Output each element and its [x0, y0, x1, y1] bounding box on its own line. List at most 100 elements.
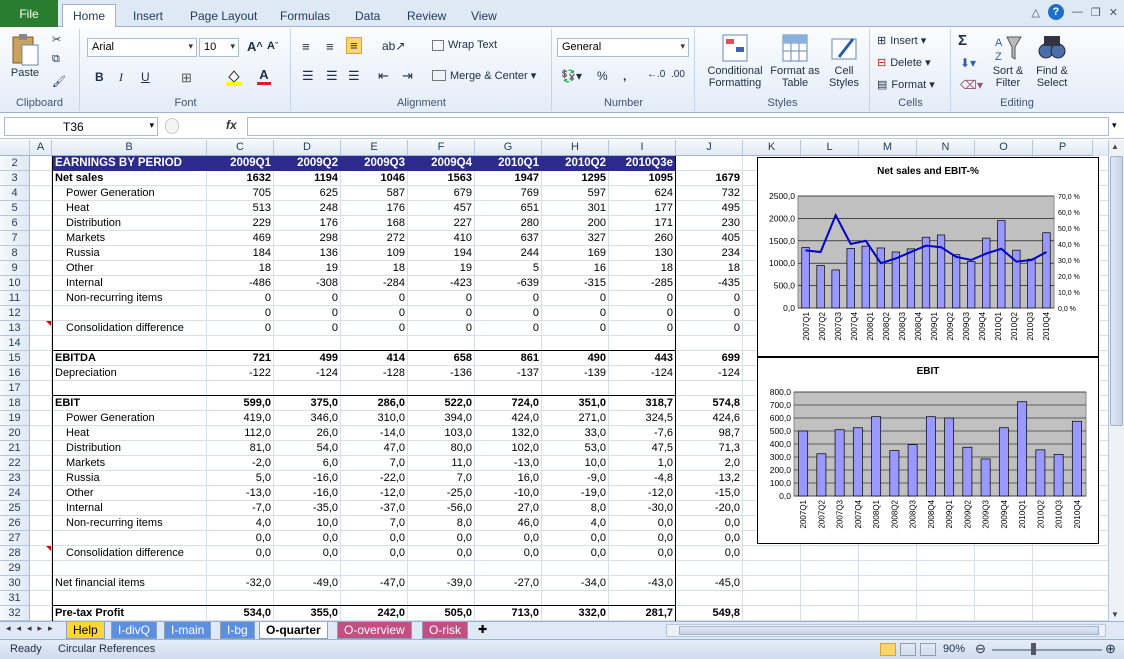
cell[interactable]: 281,7 [609, 606, 676, 621]
cell[interactable]: 769 [475, 186, 542, 201]
cell[interactable] [274, 561, 341, 576]
accounting-format-icon[interactable]: 💱▾ [561, 69, 582, 83]
cell[interactable]: 5 [475, 261, 542, 276]
orientation-icon[interactable]: ab↗ [382, 39, 405, 53]
cell[interactable]: 0 [609, 321, 676, 336]
cell[interactable]: 7,0 [408, 471, 475, 486]
cell[interactable]: 522,0 [408, 396, 475, 411]
cell[interactable]: 1563 [408, 171, 475, 186]
cell[interactable]: -30,0 [609, 501, 676, 516]
zoom-out-icon[interactable]: ⊖ [975, 641, 986, 657]
row-label[interactable]: Heat [64, 201, 207, 216]
cell[interactable]: -19,0 [542, 486, 609, 501]
cell[interactable]: 176 [274, 216, 341, 231]
cell[interactable]: -639 [475, 276, 542, 291]
fill-icon[interactable]: ⬇▾ [960, 56, 976, 70]
cell[interactable]: 286,0 [341, 396, 408, 411]
row-label[interactable]: EBITDA [53, 351, 196, 366]
cell[interactable]: 7,0 [341, 516, 408, 531]
cell[interactable]: 301 [542, 201, 609, 216]
row-header-22[interactable]: 22 [0, 456, 30, 471]
cell[interactable]: 1947 [475, 171, 542, 186]
cell[interactable]: -139 [542, 366, 609, 381]
row-header-23[interactable]: 23 [0, 471, 30, 486]
column-header-d[interactable]: D [274, 140, 341, 156]
cell[interactable]: -12,0 [341, 486, 408, 501]
help-icon[interactable]: ? [1047, 4, 1064, 20]
cell[interactable]: 0 [542, 321, 609, 336]
cell[interactable] [609, 381, 676, 396]
row-label[interactable]: Non-recurring items [64, 516, 207, 531]
column-header-g[interactable]: G [475, 140, 542, 156]
sort-filter-button[interactable]: A Z Sort & Filter [990, 33, 1026, 89]
cell[interactable]: 2009Q3 [341, 156, 408, 171]
row-label[interactable]: Pre-tax Profit [53, 606, 196, 621]
page-layout-view-icon[interactable] [900, 643, 916, 656]
cell[interactable]: 103,0 [408, 426, 475, 441]
row-label[interactable] [53, 561, 196, 576]
cell[interactable]: -45,0 [676, 576, 743, 591]
row-header-32[interactable]: 32 [0, 606, 30, 621]
cell[interactable]: 346,0 [274, 411, 341, 426]
row-header-9[interactable]: 9 [0, 261, 30, 276]
zoom-slider-thumb[interactable] [1031, 643, 1036, 655]
cell[interactable]: 2010Q3e [609, 156, 676, 171]
cell[interactable] [475, 591, 542, 606]
cell[interactable] [207, 591, 274, 606]
cell[interactable]: 0 [408, 291, 475, 306]
row-header-30[interactable]: 30 [0, 576, 30, 591]
comment-indicator[interactable] [46, 546, 51, 551]
cell[interactable]: 18 [676, 261, 743, 276]
cell[interactable]: 0 [408, 321, 475, 336]
cell[interactable]: 625 [274, 186, 341, 201]
cell[interactable]: 272 [341, 231, 408, 246]
cell[interactable]: 7,0 [341, 456, 408, 471]
cell[interactable] [274, 381, 341, 396]
cell[interactable]: 0 [609, 291, 676, 306]
cell[interactable]: -124 [676, 366, 743, 381]
cell[interactable]: 332,0 [542, 606, 609, 621]
tab-insert[interactable]: Insert [133, 5, 163, 27]
conditional-formatting-button[interactable]: Conditional Formatting [700, 33, 770, 89]
sheet-tab-o-quarter[interactable]: O-quarter [259, 622, 328, 639]
column-header-c[interactable]: C [207, 140, 274, 156]
cell[interactable]: -315 [542, 276, 609, 291]
cell[interactable]: 2010Q2 [542, 156, 609, 171]
cell[interactable]: 0,0 [207, 546, 274, 561]
cell[interactable]: -16,0 [274, 471, 341, 486]
cell[interactable]: -7,0 [207, 501, 274, 516]
borders-icon[interactable]: ⊞ [181, 70, 192, 86]
cell[interactable]: -4,8 [609, 471, 676, 486]
vertical-scrollbar[interactable]: ▲ ▼ [1108, 140, 1124, 621]
cell[interactable]: 1295 [542, 171, 609, 186]
cell[interactable]: 18 [207, 261, 274, 276]
font-color-icon[interactable]: A [257, 67, 271, 85]
cell[interactable]: 0,0 [609, 546, 676, 561]
cell[interactable]: 260 [609, 231, 676, 246]
tab-file[interactable]: File [0, 0, 58, 27]
row-header-14[interactable]: 14 [0, 336, 30, 351]
cell[interactable]: 355,0 [274, 606, 341, 621]
cell[interactable]: 0,0 [408, 546, 475, 561]
cell[interactable]: 33,0 [542, 426, 609, 441]
row-header-16[interactable]: 16 [0, 366, 30, 381]
cell[interactable]: 1046 [341, 171, 408, 186]
cell[interactable]: 327 [542, 231, 609, 246]
clear-icon[interactable]: ⌫▾ [960, 78, 983, 92]
align-bottom-icon[interactable]: ≡ [346, 37, 362, 54]
row-label[interactable]: Net sales [53, 171, 196, 186]
increase-decimal-icon[interactable]: ←.0 [647, 69, 665, 80]
column-header-o[interactable]: O [975, 140, 1033, 156]
cell[interactable]: 0 [207, 306, 274, 321]
minimize-icon[interactable]: — [1072, 6, 1083, 18]
cell[interactable]: 168 [341, 216, 408, 231]
cell[interactable] [609, 336, 676, 351]
italic-button[interactable]: I [119, 70, 123, 85]
cell[interactable]: 71,3 [676, 441, 743, 456]
cell[interactable]: 658 [408, 351, 475, 366]
cell[interactable]: 0 [676, 306, 743, 321]
row-header-29[interactable]: 29 [0, 561, 30, 576]
zoom-in-icon[interactable]: ⊕ [1105, 641, 1116, 657]
cell[interactable]: 699 [676, 351, 743, 366]
increase-indent-icon[interactable]: ⇥ [402, 68, 413, 84]
